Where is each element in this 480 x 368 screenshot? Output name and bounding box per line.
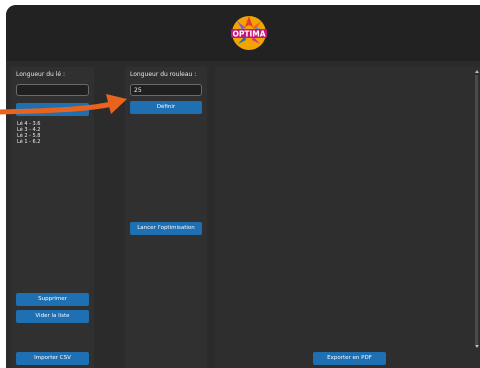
vertical-scrollbar[interactable] [474, 69, 479, 349]
roll-length-input[interactable] [130, 84, 202, 96]
run-optimization-button[interactable]: Lancer l'optimisation [130, 222, 202, 235]
define-button[interactable]: Définir [130, 101, 202, 114]
add-length-button[interactable] [16, 103, 89, 116]
logo-text: OPTIMA [232, 29, 265, 38]
scroll-up-icon[interactable] [475, 70, 479, 73]
lengths-list[interactable]: Lé 4 - 3.6 Lé 3 - 4.2 Lé 2 - 5.8 Lé 1 - … [17, 121, 77, 145]
clear-list-button[interactable]: Vider la liste [16, 310, 89, 323]
roll-length-label: Longueur du rouleau : [130, 71, 197, 78]
header-bar: OPTIMA [6, 5, 480, 61]
optima-logo: OPTIMA [231, 16, 267, 50]
length-input[interactable] [16, 84, 89, 96]
scroll-down-icon[interactable] [475, 345, 479, 348]
import-csv-button[interactable]: Importer CSV [16, 352, 89, 365]
length-label: Longueur du lé : [16, 71, 65, 78]
delete-button[interactable]: Supprimer [16, 293, 89, 306]
preview-panel [215, 67, 480, 368]
export-pdf-button[interactable]: Exporter en PDF [313, 352, 386, 365]
scroll-thumb[interactable] [475, 75, 478, 345]
list-item[interactable]: Lé 1 - 6.2 [17, 139, 77, 145]
